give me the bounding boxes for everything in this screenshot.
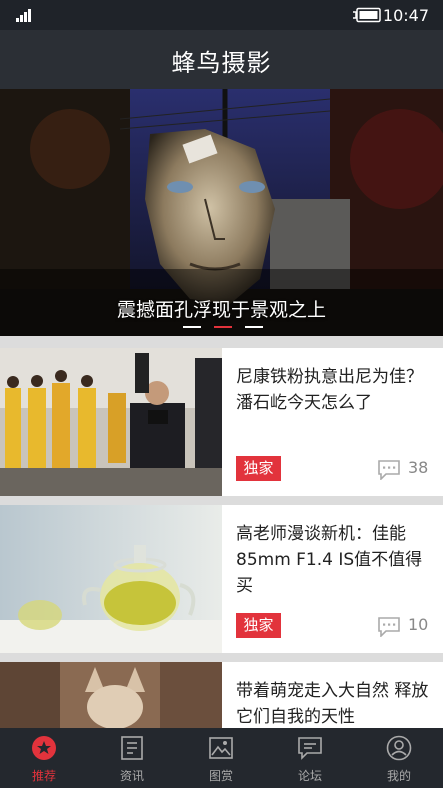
comment-count: 38	[408, 458, 429, 477]
tab-forum[interactable]: 论坛	[266, 728, 354, 788]
exclusive-badge: 独家	[236, 613, 281, 638]
news-icon	[121, 736, 143, 760]
signal-icon	[16, 9, 36, 22]
carousel-dot	[183, 326, 201, 328]
tab-news[interactable]: 资讯	[88, 728, 176, 788]
news-title: 高老师漫谈新机：佳能85mm F1.4 IS值不值得买	[236, 524, 423, 596]
news-thumbnail	[0, 662, 222, 728]
battery-icon	[353, 7, 381, 23]
news-title: 尼康铁粉执意出尼为佳？潘石屹今天怎么了	[236, 367, 423, 413]
tab-label: 推荐	[31, 769, 56, 783]
hero-caption: 震撼面孔浮现于景观之上	[116, 299, 326, 321]
carousel-dots	[183, 326, 263, 329]
user-icon	[386, 735, 412, 761]
comment-icon	[378, 617, 400, 637]
app-header: 蜂鸟摄影	[0, 30, 443, 89]
app-title: 蜂鸟摄影	[171, 49, 272, 77]
clock: 10:47	[382, 6, 429, 25]
tab-recommend[interactable]: 推荐	[0, 728, 88, 788]
tab-label: 资讯	[119, 769, 144, 783]
news-feed: 尼康铁粉执意出尼为佳？潘石屹今天怎么了 独家 38 高老师漫谈新机：佳能85mm…	[0, 336, 443, 728]
tab-label: 图赏	[208, 769, 233, 783]
image-icon	[209, 737, 233, 759]
exclusive-badge: 独家	[236, 456, 281, 481]
tab-gallery[interactable]: 图赏	[177, 728, 265, 788]
tab-label: 我的	[386, 769, 411, 783]
chat-icon	[298, 737, 322, 760]
news-title: 带着萌宠走入大自然 释放它们自我的天性	[236, 681, 429, 727]
tab-bar: 推荐 资讯 图赏 论坛 我的	[0, 728, 443, 788]
comment-count: 10	[408, 615, 429, 634]
news-thumbnail	[0, 505, 222, 653]
news-thumbnail	[0, 348, 222, 496]
star-icon	[32, 736, 56, 760]
carousel-dot	[245, 326, 263, 328]
tab-label: 论坛	[297, 769, 322, 783]
news-card[interactable]: 高老师漫谈新机：佳能85mm F1.4 IS值不值得买 独家 10	[0, 505, 443, 653]
carousel-dot-active	[214, 326, 232, 328]
status-bar: 10:47	[0, 0, 443, 30]
news-card[interactable]: 尼康铁粉执意出尼为佳？潘石屹今天怎么了 独家 38	[0, 348, 443, 496]
tab-profile[interactable]: 我的	[355, 728, 443, 788]
news-card[interactable]: 带着萌宠走入大自然 释放它们自我的天性	[0, 662, 443, 728]
comment-icon	[378, 460, 400, 480]
